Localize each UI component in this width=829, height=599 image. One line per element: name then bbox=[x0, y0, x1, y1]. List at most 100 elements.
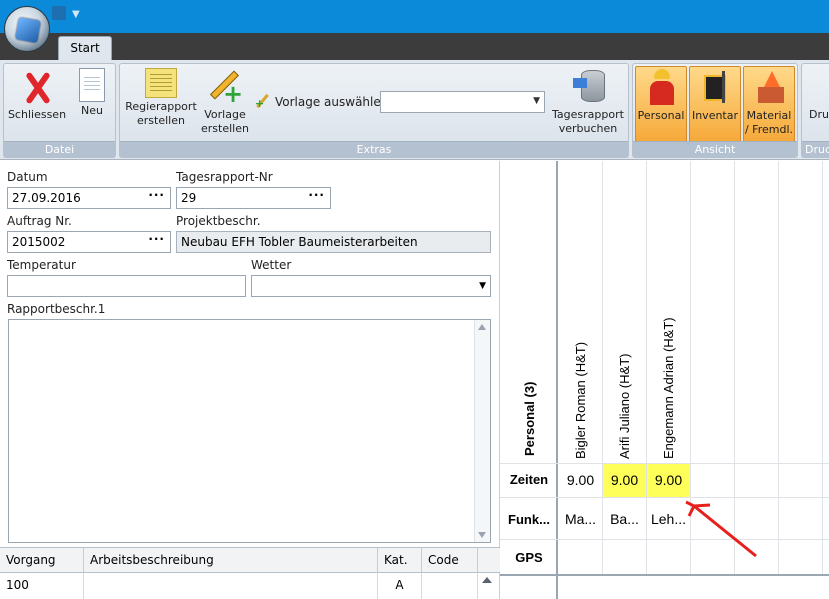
group-label-extras: Extras bbox=[120, 141, 628, 157]
datum-value: 27.09.2016 bbox=[12, 191, 81, 205]
projekt-field: Neubau EFH Tobler Baumeisterarbeiten bbox=[176, 231, 491, 253]
auftrag-field[interactable]: 2015002 ··· bbox=[7, 231, 171, 253]
vorlage-erstellen-button[interactable]: Vorlage erstellen bbox=[200, 66, 250, 136]
memo-scrollbar[interactable] bbox=[474, 320, 490, 542]
rapport-form: Datum 27.09.2016 ··· Tagesrapport-Nr 29 … bbox=[0, 161, 500, 599]
cell-vorgang[interactable]: 100 bbox=[0, 573, 84, 599]
datum-field[interactable]: 27.09.2016 ··· bbox=[7, 187, 171, 209]
group-label-ansicht: Ansicht bbox=[633, 141, 797, 157]
neu-label: Neu bbox=[81, 104, 103, 117]
material-icon bbox=[754, 69, 784, 107]
auftrag-lookup-button[interactable]: ··· bbox=[148, 229, 165, 249]
group-ansicht: Personal Inventar Material / Fremdl. Ans… bbox=[632, 63, 798, 158]
wetter-select[interactable]: ▼ bbox=[251, 275, 491, 297]
cell-arbeitsbeschreibung[interactable] bbox=[84, 573, 378, 599]
wetter-label: Wetter bbox=[251, 258, 292, 272]
druck-label: Druc bbox=[808, 108, 829, 121]
pencil-icon bbox=[255, 95, 273, 110]
group-druck: Druc Druc bbox=[801, 63, 829, 158]
material-label-1: Material bbox=[746, 109, 792, 122]
schliessen-label: Schliessen bbox=[7, 108, 67, 121]
temperatur-label: Temperatur bbox=[7, 258, 76, 272]
title-bar: ▼ bbox=[0, 0, 829, 33]
grid-bottom-border bbox=[500, 574, 829, 576]
material-button[interactable]: Material / Fremdl. bbox=[743, 66, 795, 142]
close-icon bbox=[19, 68, 55, 106]
print-icon bbox=[810, 68, 829, 106]
row-label-zeiten: Zeiten bbox=[509, 472, 549, 487]
tagesrapport-value: 29 bbox=[181, 191, 197, 205]
personal-button[interactable]: Personal bbox=[635, 66, 687, 142]
funktion-cell[interactable]: Ma... bbox=[559, 503, 602, 535]
rapportbeschr-label: Rapportbeschr.1 bbox=[7, 302, 106, 316]
tagesrapport-label: Tagesrapport-Nr bbox=[176, 170, 273, 184]
tages-label-1: Tagesrapport bbox=[552, 108, 624, 121]
projekt-value: Neubau EFH Tobler Baumeisterarbeiten bbox=[181, 235, 418, 249]
inventar-button[interactable]: Inventar bbox=[689, 66, 741, 142]
app-logo-icon bbox=[15, 17, 41, 43]
table-row[interactable]: 100 A bbox=[0, 573, 500, 599]
group-label-druck: Druc bbox=[802, 141, 829, 157]
funktion-cell[interactable]: Ba... bbox=[603, 503, 646, 535]
datum-label: Datum bbox=[7, 170, 48, 184]
inventar-label: Inventar bbox=[691, 109, 739, 122]
regierapport-button[interactable]: Regierapport erstellen bbox=[122, 66, 200, 128]
scroll-up-icon[interactable] bbox=[482, 577, 492, 583]
personal-header: Personal (3) bbox=[522, 381, 537, 456]
annotation-arrow bbox=[685, 500, 757, 558]
dropdown-arrow-icon[interactable]: ▼ bbox=[533, 96, 540, 106]
quick-access-button[interactable] bbox=[52, 6, 66, 20]
tagesrapport-field[interactable]: 29 ··· bbox=[176, 187, 331, 209]
zeiten-cell[interactable]: 9.00 bbox=[559, 464, 602, 497]
tages-label-2: verbuchen bbox=[558, 122, 618, 135]
person-name[interactable]: Arifi Juliano (H&T) bbox=[617, 354, 632, 459]
neu-button[interactable]: Neu bbox=[72, 66, 112, 118]
schliessen-button[interactable]: Schliessen bbox=[6, 66, 68, 122]
vorlage-select[interactable]: ▼ bbox=[380, 91, 545, 113]
dropdown-arrow-icon[interactable]: ▼ bbox=[479, 276, 486, 296]
cell-kat[interactable]: A bbox=[378, 573, 422, 599]
col-header-kat[interactable]: Kat. bbox=[378, 548, 422, 573]
vorlage-label-1: Vorlage bbox=[204, 108, 246, 121]
material-label-2: / Fremdl. bbox=[744, 123, 794, 136]
vorgang-grid-header: Vorgang Arbeitsbeschreibung Kat. Code bbox=[0, 547, 500, 573]
ribbon-tab-strip: Start bbox=[0, 33, 829, 60]
tab-start[interactable]: Start bbox=[58, 36, 112, 60]
database-icon bbox=[573, 68, 605, 106]
vorlage-auswaehlen: Vorlage auswählen bbox=[255, 91, 388, 113]
tagesrapport-verbuchen-button[interactable]: Tagesrapport verbuchen bbox=[548, 66, 628, 136]
scroll-down-icon[interactable] bbox=[478, 532, 486, 538]
regierapport-label-2: erstellen bbox=[137, 114, 185, 127]
tagesrapport-lookup-button[interactable]: ··· bbox=[308, 185, 325, 205]
datum-lookup-button[interactable]: ··· bbox=[148, 185, 165, 205]
row-label-funktion: Funk... bbox=[508, 512, 550, 527]
quick-access-dropdown-icon[interactable]: ▼ bbox=[72, 9, 80, 20]
col-header-vorgang[interactable]: Vorgang bbox=[0, 548, 84, 573]
projekt-label: Projektbeschr. bbox=[176, 214, 261, 228]
zeiten-cell[interactable]: 9.00 bbox=[603, 464, 646, 497]
cell-code[interactable] bbox=[422, 573, 478, 599]
person-name[interactable]: Engemann Adrian (H&T) bbox=[661, 317, 676, 459]
personal-row-headers: Personal (3) Zeiten Funk... GPS bbox=[500, 161, 558, 599]
temperatur-field[interactable] bbox=[7, 275, 246, 297]
note-icon bbox=[145, 68, 177, 98]
col-header-code[interactable]: Code bbox=[422, 548, 478, 573]
ribbon: Schliessen Neu Datei Regierapport erstel… bbox=[0, 60, 829, 160]
personal-panel: Personal (3) Zeiten Funk... GPS Bigler R… bbox=[500, 161, 829, 599]
scroll-up-icon[interactable] bbox=[478, 324, 486, 330]
group-datei: Schliessen Neu Datei bbox=[3, 63, 116, 158]
person-name[interactable]: Bigler Roman (H&T) bbox=[573, 342, 588, 459]
row-label-gps: GPS bbox=[515, 550, 543, 565]
regierapport-label-1: Regierapport bbox=[125, 100, 197, 113]
rapportbeschr-textarea[interactable] bbox=[8, 319, 491, 543]
vorlage-auswaehlen-label: Vorlage auswählen bbox=[275, 95, 389, 109]
forklift-icon bbox=[700, 69, 730, 107]
worker-icon bbox=[646, 69, 676, 107]
app-menu-button[interactable] bbox=[4, 6, 50, 52]
group-label-datei: Datei bbox=[4, 141, 115, 157]
personal-label: Personal bbox=[637, 109, 685, 122]
druck-button[interactable]: Druc bbox=[804, 66, 829, 122]
new-document-icon bbox=[79, 68, 105, 102]
col-header-arbeitsbeschreibung[interactable]: Arbeitsbeschreibung bbox=[84, 548, 378, 573]
vorlage-label-2: erstellen bbox=[201, 122, 249, 135]
